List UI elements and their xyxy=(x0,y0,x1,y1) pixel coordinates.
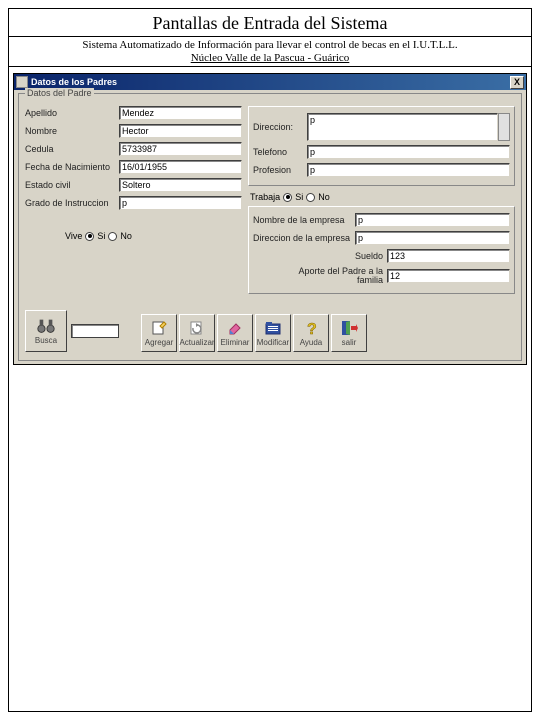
app-window: Datos de los Padres X Datos del Padre Ap… xyxy=(13,73,527,365)
apellido-input[interactable] xyxy=(119,106,242,120)
fechanac-input[interactable] xyxy=(119,160,242,174)
nombre-input[interactable] xyxy=(119,124,242,138)
cedula-input[interactable] xyxy=(119,142,242,156)
agregar-button[interactable]: Agregar xyxy=(141,314,177,352)
busca-label: Busca xyxy=(35,336,57,345)
nombre-label: Nombre xyxy=(25,127,115,136)
aporte-input[interactable] xyxy=(387,269,510,283)
fechanac-label: Fecha de Nacimiento xyxy=(25,163,115,172)
gradoinst-label: Grado de Instruccion xyxy=(25,199,115,208)
vive-no-label: No xyxy=(120,231,132,241)
direccion-label: Direccion: xyxy=(253,123,303,132)
estadocivil-input[interactable] xyxy=(119,178,242,192)
close-button[interactable]: X xyxy=(510,76,524,89)
profesion-label: Profesion xyxy=(253,166,303,175)
window-icon xyxy=(16,76,28,88)
nombre-empresa-input[interactable] xyxy=(355,213,510,227)
vive-si-label: Si xyxy=(97,231,105,241)
page-subtitle-location: Núcleo Valle de la Pascua - Guárico xyxy=(9,52,531,67)
ayuda-label: Ayuda xyxy=(300,338,323,347)
trabaja-si-label: Si xyxy=(295,192,303,202)
trabaja-no-label: No xyxy=(318,192,330,202)
busca-button[interactable]: Busca xyxy=(25,310,67,352)
trabaja-label: Trabaja xyxy=(250,192,280,202)
busca-input[interactable] xyxy=(71,324,119,338)
page-title: Pantallas de Entrada del Sistema xyxy=(9,9,531,37)
direccion-input[interactable]: p xyxy=(307,113,498,141)
estadocivil-label: Estado civil xyxy=(25,181,115,190)
sueldo-input[interactable] xyxy=(387,249,510,263)
empresa-group: Nombre de la empresa Direccion de la emp… xyxy=(248,206,515,294)
groupbox-title: Datos del Padre xyxy=(25,88,94,98)
direccion-empresa-input[interactable] xyxy=(355,231,510,245)
help-icon: ? xyxy=(301,319,321,337)
hand-paper-icon xyxy=(149,319,169,337)
eliminar-label: Eliminar xyxy=(221,338,250,347)
telefono-input[interactable] xyxy=(307,145,510,159)
trabaja-si-radio[interactable] xyxy=(283,193,292,202)
modificar-label: Modificar xyxy=(257,338,289,347)
vive-label: Vive xyxy=(65,231,82,241)
window-title: Datos de los Padres xyxy=(31,77,510,87)
vive-si-radio[interactable] xyxy=(85,232,94,241)
toolbar: Busca Agregar Actualiz xyxy=(19,304,521,360)
salir-label: salir xyxy=(342,338,357,347)
apellido-label: Apellido xyxy=(25,109,115,118)
direccion-empresa-label: Direccion de la empresa xyxy=(253,234,351,243)
actualizar-label: Actualizar xyxy=(179,338,214,347)
folder-edit-icon xyxy=(263,319,283,337)
aporte-label: Aporte del Padre a la familia xyxy=(285,267,383,285)
exit-icon xyxy=(339,319,359,337)
eliminar-button[interactable]: Eliminar xyxy=(217,314,253,352)
trabaja-no-radio[interactable] xyxy=(306,193,315,202)
telefono-label: Telefono xyxy=(253,148,303,157)
direccion-scrollbar[interactable] xyxy=(498,113,510,141)
sueldo-label: Sueldo xyxy=(285,252,383,261)
eraser-icon xyxy=(225,319,245,337)
modificar-button[interactable]: Modificar xyxy=(255,314,291,352)
nombre-empresa-label: Nombre de la empresa xyxy=(253,216,351,225)
page-subtitle: Sistema Automatizado de Información para… xyxy=(9,37,531,52)
ayuda-button[interactable]: ? Ayuda xyxy=(293,314,329,352)
agregar-label: Agregar xyxy=(145,338,173,347)
gradoinst-input[interactable] xyxy=(119,196,242,210)
svg-text:?: ? xyxy=(307,321,317,337)
datos-padre-group: Datos del Padre Apellido Nombre xyxy=(18,93,522,361)
actualizar-button[interactable]: Actualizar xyxy=(179,314,215,352)
refresh-icon xyxy=(187,319,207,337)
cedula-label: Cedula xyxy=(25,145,115,154)
binoculars-icon xyxy=(36,317,56,335)
contact-group: Direccion: p Telefono xyxy=(248,106,515,186)
salir-button[interactable]: salir xyxy=(331,314,367,352)
vive-no-radio[interactable] xyxy=(108,232,117,241)
profesion-input[interactable] xyxy=(307,163,510,177)
